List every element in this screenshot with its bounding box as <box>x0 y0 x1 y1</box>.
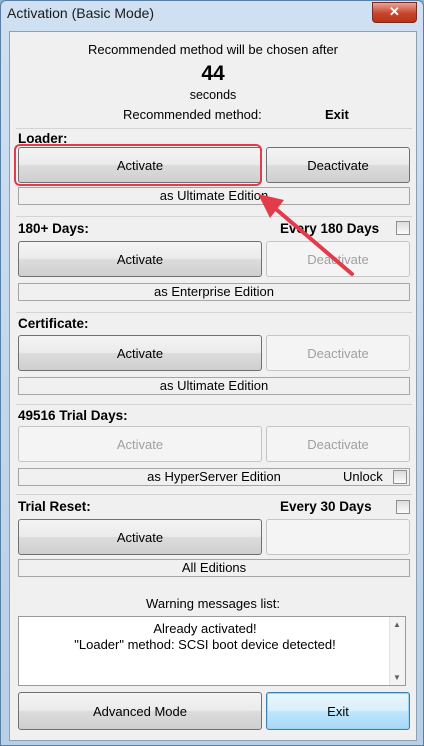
trial-reset-blank-button[interactable] <box>266 519 410 555</box>
warning-line: Already activated! <box>153 621 257 636</box>
every-30-checkbox[interactable] <box>396 500 410 514</box>
trial-days-edition-text: as HyperServer Edition <box>147 469 281 484</box>
client-area: Recommended method will be chosen after … <box>9 31 417 741</box>
every-180-checkbox[interactable] <box>396 221 410 235</box>
scroll-up-icon[interactable]: ▲ <box>393 620 401 629</box>
recommended-method-value: Exit <box>325 107 349 122</box>
window-title: Activation (Basic Mode) <box>7 5 155 21</box>
exit-button[interactable]: Exit <box>266 692 410 730</box>
trial-days-label: 49516 Trial Days: <box>18 408 128 423</box>
close-icon: ✕ <box>389 4 400 19</box>
loader-deactivate-button[interactable]: Deactivate <box>266 147 410 183</box>
trial-reset-group: Trial Reset: Every 30 Days Activate All … <box>16 494 412 587</box>
recommended-method-label: Recommended method: <box>123 107 262 122</box>
countdown-unit: seconds <box>189 88 237 102</box>
recommended-line: Recommended method will be chosen after <box>87 42 339 57</box>
warning-line: "Loader" method: SCSI boot device detect… <box>74 637 336 652</box>
certificate-activate-button[interactable]: Activate <box>18 335 262 371</box>
countdown-value: 44 <box>201 62 225 85</box>
activation-window: Activation (Basic Mode) ✕ Recommended me… <box>0 0 424 746</box>
trial-days-deactivate-button[interactable]: Deactivate <box>266 426 410 462</box>
pointer-arrow-icon <box>258 194 354 276</box>
every-30-label: Every 30 Days <box>280 499 372 514</box>
certificate-deactivate-button[interactable]: Deactivate <box>266 335 410 371</box>
warning-messages-list[interactable]: Already activated! "Loader" method: SCSI… <box>18 616 406 686</box>
warning-title: Warning messages list: <box>146 596 280 611</box>
title-bar[interactable]: Activation (Basic Mode) ✕ <box>1 1 423 27</box>
trial-reset-edition: All Editions <box>18 559 410 577</box>
trial-reset-activate-button[interactable]: Activate <box>18 519 262 555</box>
warning-scrollbar[interactable]: ▲ ▼ <box>389 617 405 685</box>
scroll-down-icon[interactable]: ▼ <box>393 673 401 682</box>
trial-reset-label: Trial Reset: <box>18 499 91 514</box>
trial-days-group: 49516 Trial Days: Activate Deactivate as… <box>16 404 412 493</box>
unlock-label: Unlock <box>343 469 383 484</box>
certificate-group: Certificate: Activate Deactivate as Ulti… <box>16 312 412 403</box>
days180-activate-button[interactable]: Activate <box>18 241 262 277</box>
highlight-box <box>14 144 262 186</box>
certificate-edition: as Ultimate Edition <box>18 377 410 395</box>
certificate-label: Certificate: <box>18 316 89 331</box>
close-button[interactable]: ✕ <box>372 2 417 23</box>
days180-edition: as Enterprise Edition <box>18 283 410 301</box>
trial-days-activate-button[interactable]: Activate <box>18 426 262 462</box>
unlock-checkbox[interactable] <box>393 470 407 484</box>
days180-label: 180+ Days: <box>18 221 89 236</box>
advanced-mode-button[interactable]: Advanced Mode <box>18 692 262 730</box>
